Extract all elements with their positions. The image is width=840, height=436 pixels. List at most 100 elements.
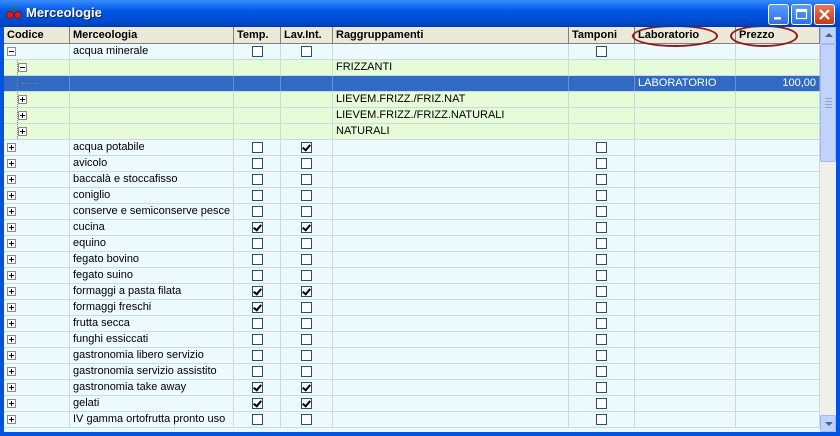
laboratorio-cell[interactable] xyxy=(635,284,736,299)
table-row[interactable]: IV gamma ortofrutta pronto uso xyxy=(4,412,820,428)
prezzo-cell[interactable] xyxy=(736,364,820,379)
temp-checkbox[interactable] xyxy=(251,254,263,265)
table-row[interactable]: funghi essiccati xyxy=(4,332,820,348)
table-row[interactable]: fegato bovino xyxy=(4,252,820,268)
temp-cell[interactable] xyxy=(234,396,281,411)
laboratorio-cell[interactable] xyxy=(635,124,736,139)
lav-int-checkbox[interactable] xyxy=(301,334,312,345)
lav-int-checkbox[interactable] xyxy=(301,414,312,425)
codice-cell[interactable] xyxy=(4,60,70,75)
temp-cell[interactable] xyxy=(234,300,281,315)
merceologia-cell[interactable]: gastronomia take away xyxy=(70,380,234,395)
group-row[interactable]: LIEVEM.FRIZZ./FRIZ.NAT xyxy=(4,92,820,108)
table-row[interactable]: avicolo xyxy=(4,156,820,172)
group-row[interactable]: LIEVEM.FRIZZ./FRIZZ.NATURALI xyxy=(4,108,820,124)
table-row[interactable]: cucina xyxy=(4,220,820,236)
lav-int-cell[interactable] xyxy=(281,268,333,283)
prezzo-cell[interactable] xyxy=(736,140,820,155)
prezzo-cell[interactable] xyxy=(736,236,820,251)
tamponi-cell[interactable] xyxy=(569,380,635,395)
prezzo-cell[interactable] xyxy=(736,284,820,299)
expand-icon[interactable] xyxy=(7,255,16,264)
merceologia-cell[interactable] xyxy=(70,124,234,139)
laboratorio-cell[interactable] xyxy=(635,92,736,107)
tamponi-cell[interactable] xyxy=(569,44,635,59)
tamponi-checkbox[interactable] xyxy=(596,366,607,377)
column-header-temp[interactable]: Temp. xyxy=(234,27,281,44)
temp-checkbox[interactable] xyxy=(251,270,263,281)
lav-int-cell[interactable] xyxy=(281,76,333,91)
temp-checkbox[interactable] xyxy=(251,414,263,425)
tamponi-checkbox[interactable] xyxy=(596,238,607,249)
tamponi-checkbox[interactable] xyxy=(596,254,607,265)
codice-cell[interactable] xyxy=(4,220,70,235)
lav-int-cell[interactable] xyxy=(281,172,333,187)
merceologia-cell[interactable]: acqua minerale xyxy=(70,44,234,59)
minimize-button[interactable] xyxy=(768,4,789,25)
codice-cell[interactable] xyxy=(4,172,70,187)
temp-checkbox[interactable] xyxy=(251,302,263,313)
tamponi-checkbox[interactable] xyxy=(596,142,607,153)
merceologia-cell[interactable]: coniglio xyxy=(70,188,234,203)
tamponi-checkbox[interactable] xyxy=(596,398,607,409)
codice-cell[interactable] xyxy=(4,412,70,427)
laboratorio-cell[interactable] xyxy=(635,172,736,187)
table-row[interactable]: formaggi a pasta filata xyxy=(4,284,820,300)
lav-int-checkbox[interactable] xyxy=(301,318,312,329)
tamponi-checkbox[interactable] xyxy=(596,382,607,393)
lav-int-cell[interactable] xyxy=(281,412,333,427)
tamponi-cell[interactable] xyxy=(569,332,635,347)
temp-cell[interactable] xyxy=(234,156,281,171)
raggruppamento-cell[interactable] xyxy=(333,396,569,411)
column-header-raggruppamenti[interactable]: Raggruppamenti xyxy=(333,27,569,44)
lav-int-cell[interactable] xyxy=(281,252,333,267)
lav-int-cell[interactable] xyxy=(281,156,333,171)
expand-icon[interactable] xyxy=(7,159,16,168)
merceologia-cell[interactable]: fegato bovino xyxy=(70,252,234,267)
temp-cell[interactable] xyxy=(234,284,281,299)
prezzo-cell[interactable] xyxy=(736,204,820,219)
raggruppamento-cell[interactable] xyxy=(333,380,569,395)
merceologia-cell[interactable]: acqua potabile xyxy=(70,140,234,155)
laboratorio-cell[interactable] xyxy=(635,380,736,395)
tamponi-cell[interactable] xyxy=(569,300,635,315)
tamponi-cell[interactable] xyxy=(569,284,635,299)
temp-cell[interactable] xyxy=(234,124,281,139)
raggruppamento-cell[interactable] xyxy=(333,44,569,59)
raggruppamento-cell[interactable]: LIEVEM.FRIZZ./FRIZZ.NATURALI xyxy=(333,108,569,123)
expand-icon[interactable] xyxy=(18,95,27,104)
merceologia-cell[interactable] xyxy=(70,92,234,107)
expand-icon[interactable] xyxy=(18,111,27,120)
lav-int-cell[interactable] xyxy=(281,140,333,155)
lav-int-checkbox[interactable] xyxy=(301,190,312,201)
column-header-tamponi[interactable]: Tamponi xyxy=(569,27,635,44)
prezzo-cell[interactable] xyxy=(736,332,820,347)
tamponi-cell[interactable] xyxy=(569,412,635,427)
tamponi-checkbox[interactable] xyxy=(596,206,607,217)
column-header-prezzo[interactable]: Prezzo xyxy=(736,27,820,44)
prezzo-cell[interactable] xyxy=(736,44,820,59)
lav-int-checkbox[interactable] xyxy=(301,270,312,281)
expand-icon[interactable] xyxy=(7,319,16,328)
codice-cell[interactable] xyxy=(4,92,70,107)
temp-cell[interactable] xyxy=(234,108,281,123)
temp-checkbox[interactable] xyxy=(251,398,263,409)
raggruppamento-cell[interactable] xyxy=(333,364,569,379)
laboratorio-cell[interactable] xyxy=(635,316,736,331)
merceologia-cell[interactable]: cucina xyxy=(70,220,234,235)
prezzo-cell[interactable] xyxy=(736,300,820,315)
tamponi-cell[interactable] xyxy=(569,188,635,203)
lav-int-checkbox[interactable] xyxy=(301,206,312,217)
temp-cell[interactable] xyxy=(234,412,281,427)
tamponi-checkbox[interactable] xyxy=(596,270,607,281)
tamponi-checkbox[interactable] xyxy=(596,350,607,361)
expand-icon[interactable] xyxy=(7,207,16,216)
temp-cell[interactable] xyxy=(234,348,281,363)
scroll-thumb[interactable] xyxy=(820,44,836,162)
table-row[interactable]: acqua minerale xyxy=(4,44,820,60)
tamponi-cell[interactable] xyxy=(569,348,635,363)
scroll-up-button[interactable] xyxy=(820,27,836,44)
merceologia-cell[interactable] xyxy=(70,108,234,123)
codice-cell[interactable] xyxy=(4,76,70,91)
lav-int-checkbox[interactable] xyxy=(301,222,312,233)
